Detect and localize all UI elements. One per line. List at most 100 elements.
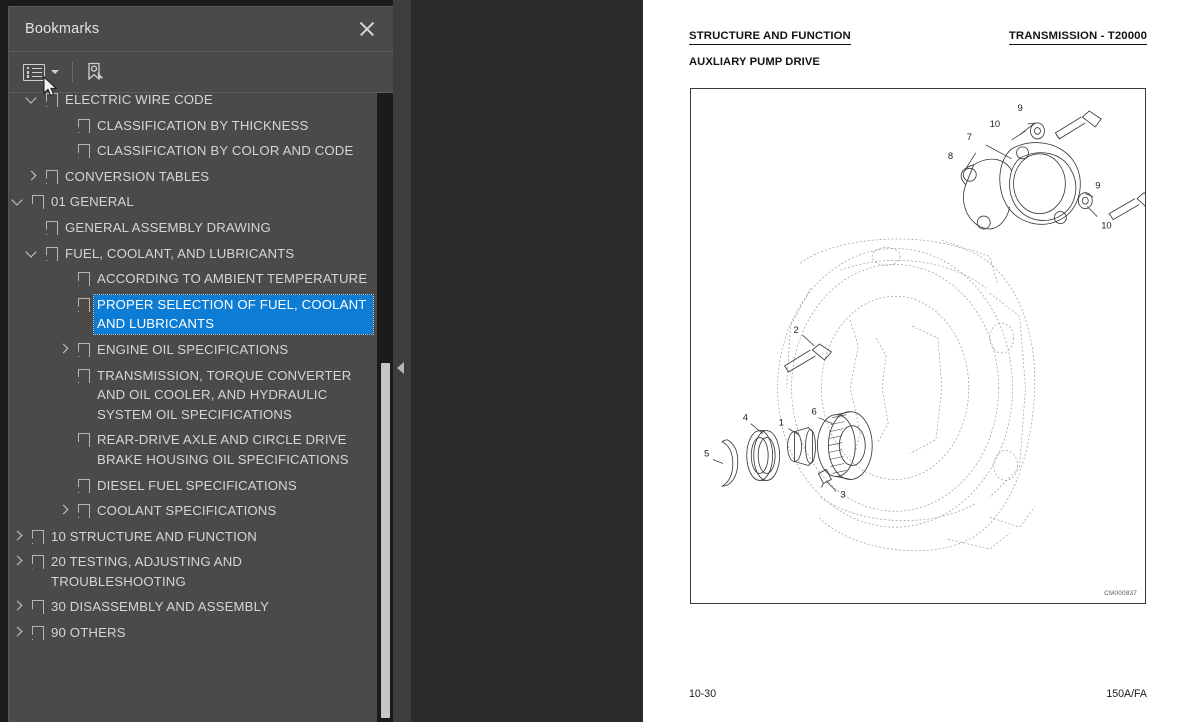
bookmark-row[interactable]: ENGINE OIL SPECIFICATIONS (9, 337, 377, 363)
bookmark-row[interactable]: 01 GENERAL (9, 189, 377, 215)
bookmark-row[interactable]: CONVERSION TABLES (9, 164, 377, 190)
bookmark-row[interactable]: GENERAL ASSEMBLY DRAWING (9, 215, 377, 241)
page-title: Bookmarks (25, 21, 100, 37)
bookmark-row[interactable]: 30 DISASSEMBLY AND ASSEMBLY (9, 594, 377, 620)
twisty-spacer (55, 366, 73, 385)
header-right-text: TRANSMISSION - T20000 (1008, 30, 1147, 45)
bookmark-icon (73, 476, 93, 495)
bookmark-icon (41, 218, 61, 237)
bookmark-label: ENGINE OIL SPECIFICATIONS (97, 341, 289, 357)
callout-1: 1 (779, 418, 784, 429)
page-number: 10-30 (689, 688, 717, 700)
twisty-spacer (55, 295, 73, 314)
bookmark-label: ACCORDING TO AMBIENT TEMPERATURE (97, 271, 368, 287)
chevron-down-icon[interactable] (23, 244, 41, 263)
twisty-spacer (55, 141, 73, 160)
callout-9: 9 (1018, 103, 1023, 114)
bookmark-icon (73, 366, 93, 385)
bookmark-row[interactable]: 10 STRUCTURE AND FUNCTION (9, 524, 377, 550)
figure-id-label: CM000837 (1104, 590, 1137, 597)
callout-6: 6 (811, 407, 816, 418)
bookmark-row[interactable]: TRANSMISSION, TORQUE CONVERTER AND OIL C… (9, 363, 377, 428)
bookmark-label: CLASSIFICATION BY THICKNESS (97, 117, 309, 133)
mouse-cursor (43, 75, 58, 103)
bookmark-label: ELECTRIC WIRE CODE (65, 93, 213, 107)
bookmark-label: PROPER SELECTION OF FUEL, COOLANT AND LU… (93, 293, 374, 335)
new-bookmark-icon[interactable] (84, 61, 106, 83)
header-left-text: STRUCTURE AND FUNCTION (689, 30, 851, 45)
bookmark-row[interactable]: 20 TESTING, ADJUSTING AND TROUBLESHOOTIN… (9, 549, 377, 594)
bookmark-label: GENERAL ASSEMBLY DRAWING (65, 219, 271, 235)
document-code: 150A/FA (1106, 688, 1147, 700)
bookmark-label: FUEL, COOLANT, AND LUBRICANTS (65, 245, 295, 261)
bookmark-row[interactable]: 90 OTHERS (9, 620, 377, 646)
chevron-right-icon[interactable] (9, 527, 27, 546)
bookmarks-panel: Bookmarks SPANISH AND ENGLISHELECTRIC WI… (8, 6, 393, 722)
chevron-down-icon[interactable] (23, 93, 41, 109)
bookmark-icon (27, 527, 47, 546)
bookmark-label: 10 STRUCTURE AND FUNCTION (51, 528, 257, 544)
bookmark-row[interactable]: ACCORDING TO AMBIENT TEMPERATURE (9, 266, 377, 292)
bookmark-icon (73, 269, 93, 288)
twisty-spacer (55, 430, 73, 449)
chevron-down-icon[interactable] (51, 70, 59, 74)
callout-5: 5 (704, 449, 709, 460)
bookmark-label: 01 GENERAL (51, 194, 134, 210)
bookmark-row[interactable]: CLASSIFICATION BY COLOR AND CODE (9, 138, 377, 164)
bookmarks-toolbar (9, 52, 393, 93)
bookmark-row[interactable]: COOLANT SPECIFICATIONS (9, 498, 377, 524)
bookmark-row[interactable]: ELECTRIC WIRE CODE (9, 93, 377, 113)
bookmark-icon (73, 501, 93, 520)
bookmark-label: CLASSIFICATION BY COLOR AND CODE (97, 143, 354, 159)
panel-divider[interactable] (393, 0, 411, 722)
technical-illustration: 9 10 7 8 9 10 2 6 1 4 5 3 (704, 103, 1145, 552)
bookmarks-panel-header: Bookmarks (9, 7, 393, 52)
bookmark-icon (27, 623, 47, 642)
close-icon[interactable] (355, 17, 379, 41)
chevron-right-icon[interactable] (9, 552, 27, 571)
collapse-panel-icon[interactable] (397, 362, 404, 374)
bookmark-label: DIESEL FUEL SPECIFICATIONS (97, 477, 297, 493)
bookmark-icon (27, 192, 47, 211)
chevron-down-icon[interactable] (9, 192, 27, 211)
pdf-reader-window: Bookmarks SPANISH AND ENGLISHELECTRIC WI… (0, 0, 1200, 722)
page-footer: 10-30 150A/FA (689, 688, 1147, 700)
bookmark-label: 90 OTHERS (51, 625, 126, 641)
bookmark-icon (73, 295, 93, 314)
bookmark-row[interactable]: CLASSIFICATION BY THICKNESS (9, 113, 377, 139)
page-subtitle: AUXLIARY PUMP DRIVE (689, 56, 820, 68)
chevron-right-icon[interactable] (23, 167, 41, 186)
bookmark-row[interactable]: REAR-DRIVE AXLE AND CIRCLE DRIVE BRAKE H… (9, 427, 377, 472)
bookmark-icon (73, 340, 93, 359)
bookmark-label: COOLANT SPECIFICATIONS (97, 503, 277, 519)
callout-7: 7 (967, 132, 972, 143)
twisty-spacer (55, 116, 73, 135)
bookmark-label: REAR-DRIVE AXLE AND CIRCLE DRIVE BRAKE H… (97, 432, 349, 467)
bookmark-row[interactable]: DIESEL FUEL SPECIFICATIONS (9, 473, 377, 499)
toolbar-divider (72, 62, 73, 82)
bookmark-icon (27, 597, 47, 616)
bookmarks-tree[interactable]: SPANISH AND ENGLISHELECTRIC WIRE CODECLA… (9, 93, 393, 722)
bookmark-label: 30 DISASSEMBLY AND ASSEMBLY (51, 599, 270, 615)
page-header: STRUCTURE AND FUNCTION TRANSMISSION - T2… (689, 30, 1147, 45)
bookmark-icon (73, 430, 93, 449)
pdf-page: STRUCTURE AND FUNCTION TRANSMISSION - T2… (643, 0, 1200, 722)
chevron-right-icon[interactable] (9, 623, 27, 642)
bookmark-row[interactable]: FUEL, COOLANT, AND LUBRICANTS (9, 241, 377, 267)
bookmark-row[interactable]: PROPER SELECTION OF FUEL, COOLANT AND LU… (9, 292, 377, 337)
bookmark-icon (73, 116, 93, 135)
scrollbar-thumb[interactable] (380, 363, 390, 718)
twisty-spacer (23, 218, 41, 237)
callout-10b: 10 (1101, 221, 1112, 232)
callout-8: 8 (948, 151, 953, 162)
bookmark-label: 20 TESTING, ADJUSTING AND TROUBLESHOOTIN… (51, 554, 243, 589)
bookmark-icon (41, 244, 61, 263)
document-viewer: STRUCTURE AND FUNCTION TRANSMISSION - T2… (393, 0, 1200, 722)
twisty-spacer (55, 269, 73, 288)
twisty-spacer (55, 476, 73, 495)
chevron-right-icon[interactable] (55, 340, 73, 359)
vertical-scrollbar[interactable] (377, 93, 393, 722)
bookmark-icon (27, 552, 47, 571)
chevron-right-icon[interactable] (9, 597, 27, 616)
chevron-right-icon[interactable] (55, 501, 73, 520)
